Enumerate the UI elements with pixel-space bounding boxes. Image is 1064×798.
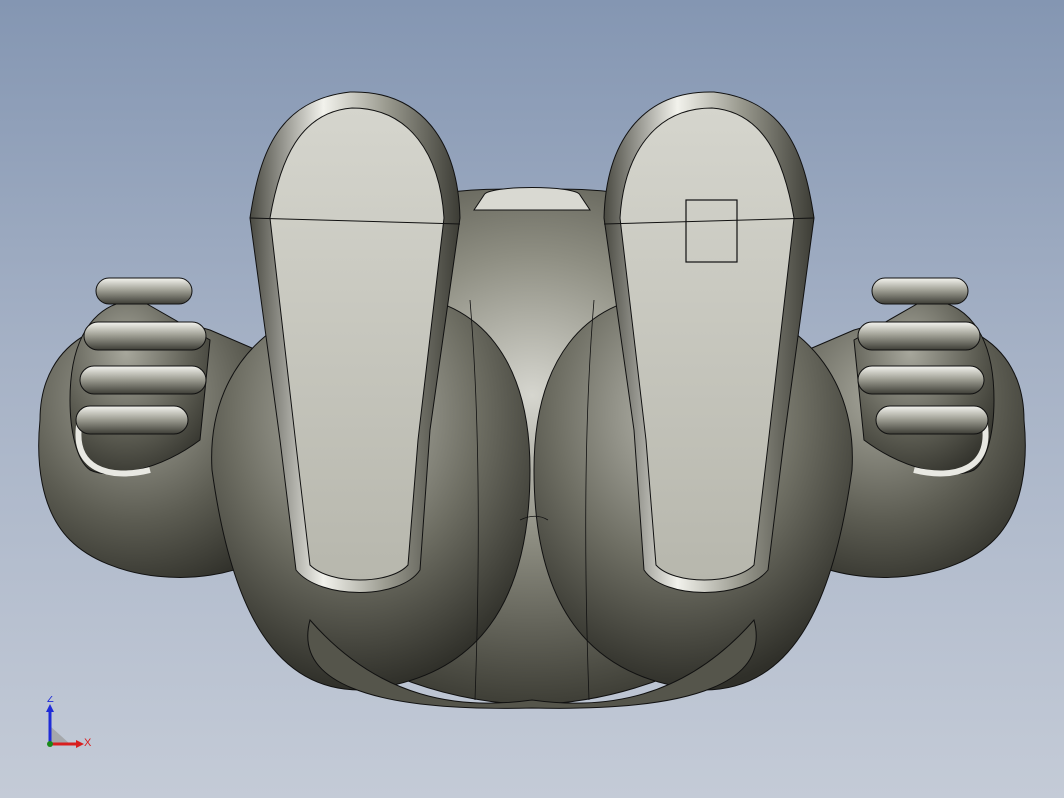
left-finger bbox=[95, 277, 193, 305]
right-finger bbox=[857, 365, 985, 395]
3d-model-view[interactable] bbox=[0, 0, 1064, 798]
x-axis-arrow bbox=[76, 740, 84, 748]
z-axis-arrow bbox=[46, 704, 54, 712]
right-finger bbox=[875, 405, 989, 435]
left-finger bbox=[83, 321, 207, 351]
left-finger bbox=[75, 405, 189, 435]
right-finger bbox=[857, 321, 981, 351]
triad-origin bbox=[47, 741, 53, 747]
triad-plane bbox=[50, 726, 70, 744]
left-finger bbox=[79, 365, 207, 395]
3d-viewport[interactable]: Z X bbox=[0, 0, 1064, 798]
neck-top bbox=[473, 187, 591, 211]
x-axis-label: X bbox=[84, 737, 92, 749]
orientation-triad[interactable]: Z X bbox=[38, 696, 98, 756]
z-axis-label: Z bbox=[47, 696, 54, 705]
right-finger bbox=[871, 277, 969, 305]
